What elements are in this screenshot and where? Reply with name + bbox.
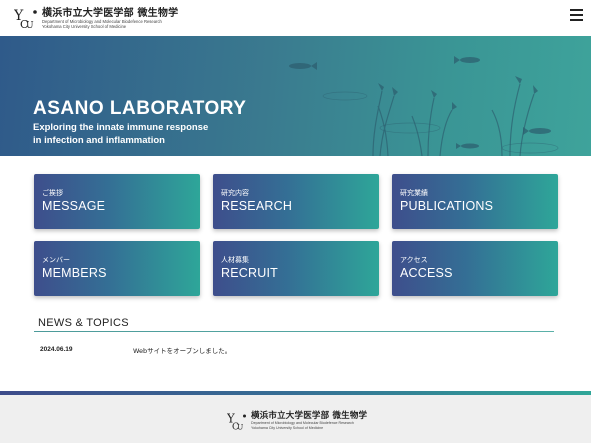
card-label-en: MEMBERS xyxy=(42,266,107,280)
card-label-jp: 人材募集 xyxy=(221,256,249,264)
fish-plant-illustration-icon xyxy=(289,56,559,156)
news-section-title: NEWS & TOPICS xyxy=(38,317,129,329)
card-label-en: PUBLICATIONS xyxy=(400,199,494,213)
card-research[interactable]: 研究内容 RESEARCH xyxy=(213,174,379,229)
card-label-jp: メンバー xyxy=(42,256,70,264)
ycu-logo-icon: Y C U xyxy=(226,411,247,432)
site-footer: Y C U 横浜市立大学医学部 微生物学 Department of Micro… xyxy=(0,395,591,443)
svg-text:U: U xyxy=(237,422,243,431)
logo-subtitle-2: Yokohama City University School of Medic… xyxy=(42,23,127,29)
hero-title: ASANO LABORATORY xyxy=(33,98,247,119)
logo-title: 横浜市立大学医学部 微生物学 xyxy=(42,7,179,19)
site-logo[interactable]: Y C U 横浜市立大学医学部 微生物学 Department of Micro… xyxy=(13,6,179,32)
card-label-en: RESEARCH xyxy=(221,199,293,213)
card-label-jp: ご挨拶 xyxy=(42,189,63,197)
card-members[interactable]: メンバー MEMBERS xyxy=(34,241,200,296)
news-divider xyxy=(34,331,554,332)
hero-subtitle-line-1: Exploring the innate immune response xyxy=(33,122,209,133)
svg-text:U: U xyxy=(26,21,34,30)
news-item-date: 2024.06.19 xyxy=(40,346,73,353)
card-recruit[interactable]: 人材募集 RECRUIT xyxy=(213,241,379,296)
footer-logo-subtitle-1: Department of Microbiology and Molecular… xyxy=(251,421,354,426)
card-label-en: RECRUIT xyxy=(221,266,278,280)
footer-logo[interactable]: Y C U 横浜市立大学医学部 微生物学 Department of Micro… xyxy=(226,411,368,433)
hero-banner: ASANO LABORATORY Exploring the innate im… xyxy=(0,36,591,156)
footer-logo-subtitle-2: Yokohama City University School of Medic… xyxy=(251,425,324,430)
ycu-logo-icon: Y C U xyxy=(13,6,38,31)
card-message[interactable]: ご挨拶 MESSAGE xyxy=(34,174,200,229)
card-label-jp: 研究業績 xyxy=(400,189,428,197)
site-header: Y C U 横浜市立大学医学部 微生物学 Department of Micro… xyxy=(0,0,591,36)
logo-subtitle-1: Department of Microbiology and Molecular… xyxy=(42,18,162,24)
card-label-jp: アクセス xyxy=(400,256,428,264)
card-label-jp: 研究内容 xyxy=(221,189,249,197)
footer-logo-title: 横浜市立大学医学部 微生物学 xyxy=(251,411,368,422)
card-access[interactable]: アクセス ACCESS xyxy=(392,241,558,296)
hero-subtitle-line-2: in infection and inflammation xyxy=(33,134,165,146)
card-publications[interactable]: 研究業績 PUBLICATIONS xyxy=(392,174,558,229)
hamburger-menu-icon[interactable] xyxy=(570,9,583,21)
card-label-en: ACCESS xyxy=(400,266,453,280)
card-label-en: MESSAGE xyxy=(42,199,106,213)
hero-subtitle: Exploring the innate immune response in … xyxy=(33,122,253,147)
news-item-link[interactable]: Webサイトをオープンしました。 xyxy=(133,345,231,355)
